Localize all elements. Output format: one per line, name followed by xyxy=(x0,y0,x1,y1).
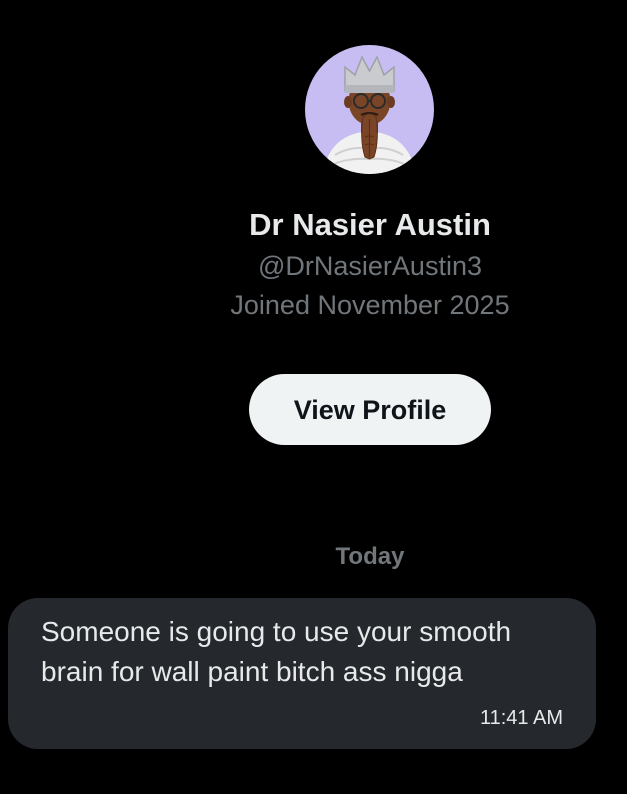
avatar[interactable] xyxy=(305,45,434,174)
profile-handle: @DrNasierAustin3 xyxy=(258,251,482,281)
date-separator: Today xyxy=(335,543,405,570)
memoji-avatar-icon xyxy=(305,45,434,174)
message-text: Someone is going to use your smooth brai… xyxy=(41,616,512,687)
profile-joined-date: Joined November 2025 xyxy=(230,290,510,320)
view-profile-button[interactable]: View Profile xyxy=(249,374,491,445)
message-timestamp: 11:41 AM xyxy=(479,707,563,729)
profile-display-name: Dr Nasier Austin xyxy=(249,207,491,242)
message-bubble[interactable]: Someone is going to use your smooth brai… xyxy=(8,598,596,749)
